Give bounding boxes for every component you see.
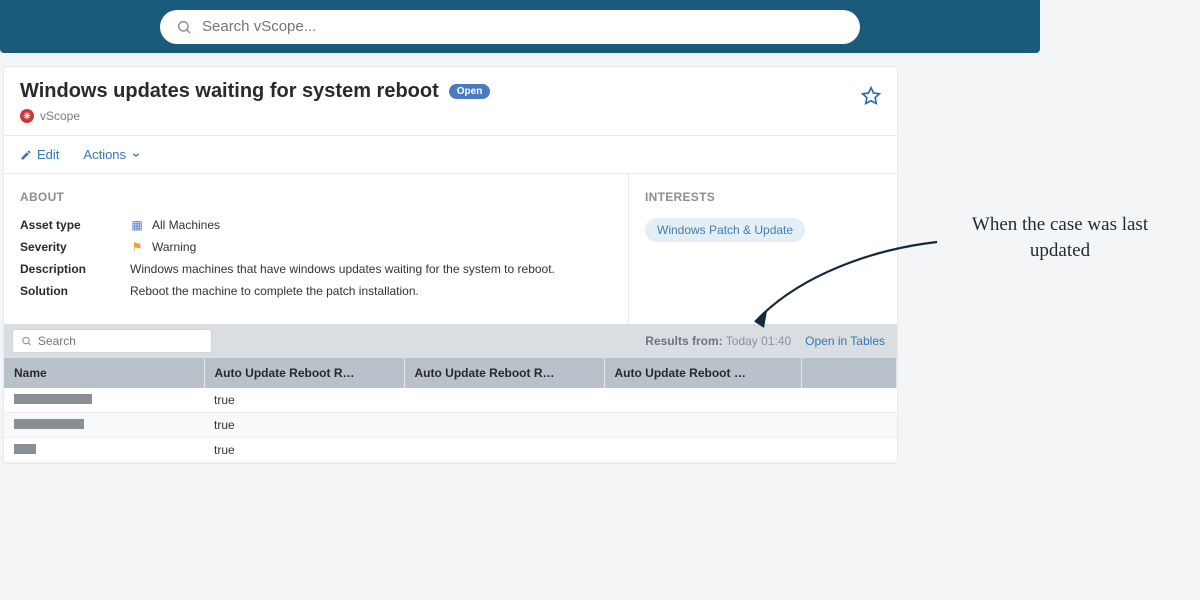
chevron-down-icon xyxy=(131,150,141,160)
col-spacer xyxy=(801,358,897,388)
table-search-input[interactable] xyxy=(38,334,203,348)
interests-section: INTERESTS Windows Patch & Update xyxy=(629,174,897,324)
redacted-name xyxy=(14,444,36,454)
interest-pill[interactable]: Windows Patch & Update xyxy=(645,218,805,242)
description-value: Windows machines that have windows updat… xyxy=(130,262,555,276)
card-header: Windows updates waiting for system reboo… xyxy=(4,67,897,136)
search-icon xyxy=(21,335,32,347)
action-bar: Edit Actions xyxy=(4,136,897,174)
table-row[interactable]: true xyxy=(4,388,897,413)
results-from-label: Results from: xyxy=(645,334,722,348)
table-row[interactable]: true xyxy=(4,438,897,463)
flag-icon: ⚑ xyxy=(130,240,144,254)
description-label: Description xyxy=(20,262,130,276)
results-table: Name Auto Update Reboot R… Auto Update R… xyxy=(4,358,897,463)
solution-value: Reboot the machine to complete the patch… xyxy=(130,284,419,298)
table-search[interactable] xyxy=(12,329,212,353)
global-search-input[interactable] xyxy=(202,18,844,35)
cell-value: true xyxy=(204,388,404,413)
page-title: Windows updates waiting for system reboo… xyxy=(20,80,439,103)
pencil-icon xyxy=(20,149,32,161)
redacted-name xyxy=(14,394,92,404)
col-name[interactable]: Name xyxy=(4,358,204,388)
grid-icon: ▦ xyxy=(130,218,144,232)
annotation-text: When the case was last updated xyxy=(940,212,1180,263)
severity-value: Warning xyxy=(152,240,196,254)
about-section: ABOUT Asset type ▦ All Machines Severity… xyxy=(4,174,629,324)
table-row[interactable]: true xyxy=(4,413,897,438)
results-from-value: Today 01:40 xyxy=(726,334,791,348)
star-icon xyxy=(861,86,881,106)
asset-type-value: All Machines xyxy=(152,218,220,232)
open-in-tables-link[interactable]: Open in Tables xyxy=(805,334,885,348)
solution-label: Solution xyxy=(20,284,130,298)
edit-button[interactable]: Edit xyxy=(20,147,59,162)
table-header-row: Name Auto Update Reboot R… Auto Update R… xyxy=(4,358,897,388)
org-logo-icon: ✳ xyxy=(20,109,34,123)
results-bar: Results from: Today 01:40 Open in Tables xyxy=(4,324,897,358)
cell-value: true xyxy=(204,413,404,438)
col-auto-update-2[interactable]: Auto Update Reboot R… xyxy=(404,358,604,388)
col-auto-update-3[interactable]: Auto Update Reboot … xyxy=(604,358,801,388)
search-icon xyxy=(176,19,192,35)
redacted-name xyxy=(14,419,84,429)
org-name: vScope xyxy=(40,109,80,123)
favorite-button[interactable] xyxy=(861,80,881,109)
edit-label: Edit xyxy=(37,147,59,162)
col-auto-update-1[interactable]: Auto Update Reboot R… xyxy=(204,358,404,388)
status-badge: Open xyxy=(449,84,491,99)
case-card: Windows updates waiting for system reboo… xyxy=(3,66,898,464)
cell-value: true xyxy=(204,438,404,463)
about-heading: ABOUT xyxy=(20,190,612,204)
interests-heading: INTERESTS xyxy=(645,190,881,204)
global-search[interactable] xyxy=(160,10,860,44)
content-grid: ABOUT Asset type ▦ All Machines Severity… xyxy=(4,174,897,324)
severity-label: Severity xyxy=(20,240,130,254)
actions-label: Actions xyxy=(83,147,126,162)
top-bar xyxy=(0,0,1040,53)
actions-button[interactable]: Actions xyxy=(83,147,141,162)
asset-type-label: Asset type xyxy=(20,218,130,232)
